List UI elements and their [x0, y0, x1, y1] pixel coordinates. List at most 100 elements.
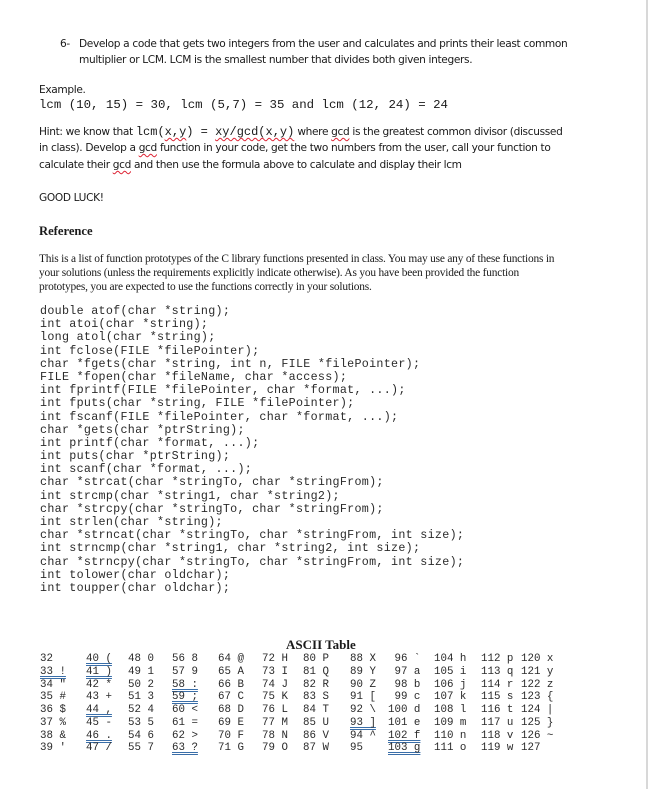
- ascii-entry: 48 0: [128, 653, 154, 665]
- ascii-entry: 107 k: [434, 691, 467, 704]
- hint-line-2: in class). Develop a gcd function in you…: [39, 142, 599, 154]
- ascii-entry: 121 y: [521, 665, 554, 678]
- ascii-entry: 92 \: [350, 704, 376, 716]
- ascii-entry: 50 2: [128, 678, 154, 691]
- ascii-entry: 83 S: [303, 691, 329, 704]
- ascii-column: 48 0 49 1 50 2 51 3 52 4 53 5 54 6 55 7: [128, 653, 154, 755]
- ascii-entry: 35 #: [40, 691, 66, 704]
- ascii-entry: 79 O: [262, 742, 288, 755]
- ascii-entry: 66 B: [218, 678, 244, 691]
- ascii-entry: 49 1: [128, 665, 154, 678]
- ascii-entry: 118 v: [481, 729, 514, 742]
- function-prototype: int fclose(FILE *filePointer);: [40, 343, 260, 358]
- ascii-entry: 53 5: [128, 716, 154, 729]
- ascii-entry: 127: [521, 742, 554, 755]
- function-prototype: long atol(char *string);: [40, 330, 216, 345]
- ascii-entry: 82 R: [303, 678, 329, 691]
- ascii-column: 64 @65 A 66 B 67 C 68 D 69 E 70 F 71 G: [218, 653, 244, 755]
- ascii-entry: 101 e: [388, 716, 421, 729]
- ascii-entry: 56 8: [172, 653, 198, 665]
- ascii-entry: 115 s: [481, 691, 514, 704]
- ascii-column: 72 H 73 I 74 J 75 K 76 L 77 M 78 N 79 O: [262, 653, 288, 755]
- ascii-entry: 102 f: [388, 729, 421, 742]
- ascii-entry: 33 !: [40, 665, 66, 678]
- reference-paragraph-line-2: your solutions (unless the requirements …: [39, 267, 520, 279]
- hint-text: calculate their: [39, 159, 113, 171]
- hint-text: and then use the formula above to calcul…: [130, 159, 462, 171]
- hint-gcd-word: gcd: [331, 126, 350, 138]
- ascii-entry: 77 M: [262, 716, 288, 729]
- ascii-entry: 123 {: [521, 691, 554, 704]
- function-prototype-list: double atof(char *string); int atoi(char …: [40, 304, 464, 595]
- ascii-entry: 94 ^: [350, 729, 376, 742]
- ascii-column: 104 h 105 i 106 j 107 k 108 l 109 m 110 n 111 o: [434, 653, 466, 755]
- ascii-entry: 99 c: [388, 691, 421, 704]
- ascii-entry: 111 o: [434, 742, 467, 755]
- ascii-entry: 103 g: [388, 742, 421, 755]
- hint-gcd-word: gcd: [138, 142, 158, 154]
- ascii-entry: 67 C: [218, 691, 244, 704]
- ascii-entry: 90 Z: [350, 678, 376, 691]
- ascii-entry: 39 ': [40, 742, 66, 755]
- ascii-entry: 85 U: [303, 716, 329, 729]
- ascii-entry: 100 d: [388, 704, 421, 716]
- ascii-entry: 112 p: [481, 653, 514, 665]
- ascii-entry: 122 z: [521, 678, 554, 691]
- ascii-entry: 119 w: [481, 742, 514, 755]
- ascii-column: 112 p 113 q 114 r 115 s 116 t 117 u 118 v 119 w: [481, 653, 513, 755]
- reference-paragraph-line-3: prototypes, you are expected to use the …: [39, 281, 372, 293]
- hint-line-3: calculate their gcd and then use the for…: [39, 159, 599, 171]
- ascii-column: 40 (41 ) 42 * 43 +44 , 45 -46 . 47 /: [86, 653, 112, 755]
- ascii-entry: 95: [350, 742, 376, 755]
- ascii-entry: 98 b: [388, 678, 421, 691]
- ascii-entry: 110 n: [434, 729, 467, 742]
- hint-text: Hint: we know that: [39, 126, 136, 138]
- ascii-column: 56 8 57 9 58 :59 ; 60 <61 = 62 >63 ?: [172, 653, 198, 755]
- ascii-entry: 91 [: [350, 691, 376, 704]
- question-text-line-2: multiplier or LCM. LCM is the smallest n…: [79, 54, 473, 66]
- ascii-entry: 117 u: [481, 716, 514, 729]
- function-prototype: int fscanf(FILE *filePointer, char *form…: [40, 409, 399, 424]
- ascii-entry: 78 N: [262, 729, 288, 742]
- ascii-entry: 105 i: [434, 665, 467, 678]
- ascii-entry: 87 W: [303, 742, 329, 755]
- hint-gcd-word: gcd: [112, 159, 132, 171]
- ascii-entry: 69 E: [218, 716, 244, 729]
- ascii-entry: 60 <: [172, 704, 198, 716]
- hint-code-formula: xy/gcd(x,y): [215, 125, 295, 139]
- ascii-entry: 104 h: [434, 653, 467, 665]
- function-prototype: char *strcat(char *stringTo, char *strin…: [40, 475, 384, 490]
- ascii-entry: 89 Y: [350, 665, 376, 678]
- ascii-entry: 52 4: [128, 704, 154, 716]
- ascii-column: 88 X 89 Y 90 Z 91 [92 \ 93 ] 94 ^ 95: [350, 653, 376, 755]
- hint-text: in class). Develop a: [39, 142, 139, 154]
- ascii-table-title: ASCII Table: [286, 637, 356, 652]
- ascii-entry: 64 @: [218, 653, 244, 665]
- ascii-entry: 57 9: [172, 665, 198, 678]
- ascii-entry: 97 a: [388, 665, 421, 678]
- hint-text: function in your code, get the two numbe…: [156, 142, 551, 154]
- hint-line-1: Hint: we know that lcm(x,y) = xy/gcd(x,y…: [39, 125, 599, 139]
- ascii-entry: 34 ": [40, 678, 66, 691]
- ascii-entry: 38 &: [40, 729, 66, 742]
- ascii-column: 80 P 81 Q 82 R 83 S 84 T 85 U 86 V 87 W: [303, 653, 329, 755]
- ascii-entry: 51 3: [128, 691, 154, 704]
- reference-heading: Reference: [39, 224, 93, 238]
- ascii-entry: 72 H: [262, 653, 288, 665]
- ascii-entry: 76 L: [262, 704, 288, 716]
- question-text-line-1: Develop a code that gets two integers fr…: [79, 38, 568, 50]
- ascii-entry: 37 %: [40, 716, 66, 729]
- ascii-entry: 80 P: [303, 653, 329, 665]
- ascii-entry: 126 ~: [521, 729, 554, 742]
- hint-code-lcm: lcm(x,y): [135, 125, 194, 139]
- example-code: lcm (10, 15) = 30, lcm (5,7) = 35 and lc…: [39, 98, 448, 112]
- function-prototype: char *fgets(char *string, int n, FILE *f…: [40, 356, 421, 371]
- ascii-entry: 32: [40, 653, 66, 665]
- ascii-column: 32 33 ! 34 " 35 #36 $37 % 38 & 39 ': [40, 653, 66, 755]
- ascii-entry: 108 l: [434, 704, 467, 716]
- ascii-entry: 106 j: [434, 678, 467, 691]
- function-prototype: int fputs(char *string, FILE *filePointe…: [40, 396, 355, 411]
- ascii-entry: 124 |: [521, 704, 554, 716]
- hint-equals: =: [193, 125, 216, 139]
- ascii-column: 120 x 121 y 122 z 123 {124 | 125 } 126 ~127: [521, 653, 553, 755]
